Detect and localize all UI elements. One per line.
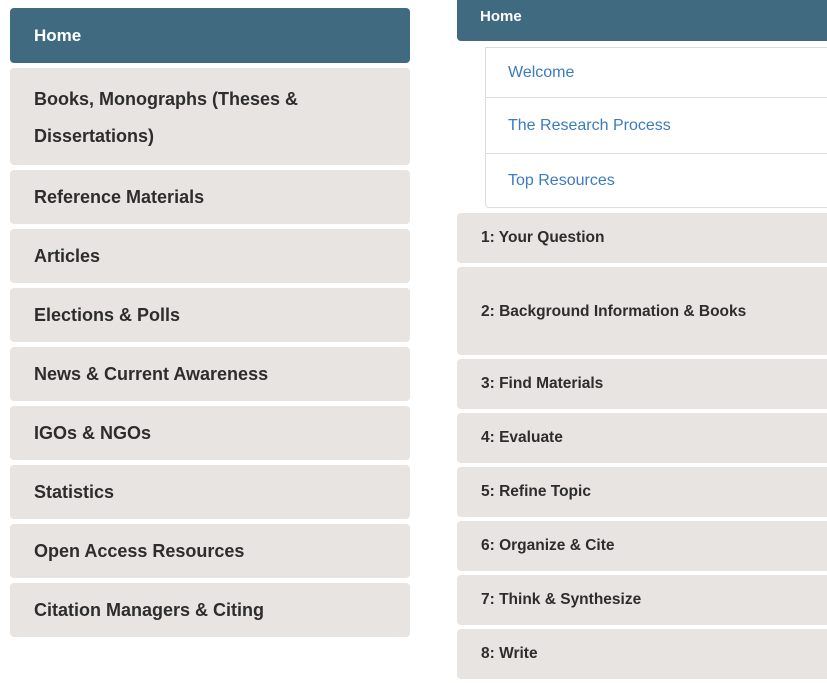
right-nav-item-label: 7: Think & Synthesize xyxy=(481,591,642,608)
left-nav-item-label: News & Current Awareness xyxy=(34,363,269,384)
page: Home Books, Monographs (Theses & Dissert… xyxy=(0,0,827,683)
right-nav-item-background-information[interactable]: 2: Background Information & Books xyxy=(457,267,827,355)
left-nav-item-label: Books, Monographs (Theses & Dissertation… xyxy=(34,88,299,146)
left-nav-item-label: Elections & Polls xyxy=(34,304,181,325)
subpage-link-top-resources[interactable]: Top Resources xyxy=(485,153,827,208)
left-nav-item-books[interactable]: Books, Monographs (Theses & Dissertation… xyxy=(10,68,410,165)
left-nav-item-reference-materials[interactable]: Reference Materials xyxy=(10,170,410,224)
right-nav-item-label: Home xyxy=(480,8,522,25)
left-nav-item-news[interactable]: News & Current Awareness xyxy=(10,347,410,401)
right-nav-item-organize-cite[interactable]: 6: Organize & Cite xyxy=(457,521,827,571)
right-guide-nav: Home Welcome The Research Process Top Re… xyxy=(457,0,827,683)
subpage-link-welcome[interactable]: Welcome xyxy=(485,47,827,98)
left-nav-item-statistics[interactable]: Statistics xyxy=(10,465,410,519)
right-nav-item-find-materials[interactable]: 3: Find Materials xyxy=(457,359,827,409)
left-nav-item-citation-managers[interactable]: Citation Managers & Citing xyxy=(10,583,410,637)
right-nav-item-label: 2: Background Information & Books xyxy=(481,302,747,320)
right-nav-item-write[interactable]: 8: Write xyxy=(457,629,827,679)
subpage-link-label: Top Resources xyxy=(508,171,615,189)
left-nav-item-label: Citation Managers & Citing xyxy=(34,599,265,620)
subpage-link-label: The Research Process xyxy=(508,116,671,134)
subpage-link-research-process[interactable]: The Research Process xyxy=(485,97,827,154)
left-nav-item-label: Statistics xyxy=(34,481,115,502)
right-nav-item-label: 5: Refine Topic xyxy=(481,483,591,500)
right-nav-item-evaluate[interactable]: 4: Evaluate xyxy=(457,413,827,463)
right-nav-item-label: 4: Evaluate xyxy=(481,429,563,446)
left-nav-item-igos-ngos[interactable]: IGOs & NGOs xyxy=(10,406,410,460)
left-nav-item-label: Reference Materials xyxy=(34,186,205,207)
right-nav-item-your-question[interactable]: 1: Your Question xyxy=(457,213,827,263)
right-nav-item-label: 3: Find Materials xyxy=(481,375,604,392)
right-nav-item-think-synthesize[interactable]: 7: Think & Synthesize xyxy=(457,575,827,625)
home-subpage-list: Welcome The Research Process Top Resourc… xyxy=(485,47,827,208)
right-nav-item-label: 8: Write xyxy=(481,645,538,662)
right-nav-item-label: 1: Your Question xyxy=(481,229,605,246)
left-nav-item-open-access[interactable]: Open Access Resources xyxy=(10,524,410,578)
subpage-link-label: Welcome xyxy=(508,63,575,81)
left-nav-item-label: Open Access Resources xyxy=(34,540,245,561)
left-nav-item-label: IGOs & NGOs xyxy=(34,422,152,443)
right-nav-item-refine-topic[interactable]: 5: Refine Topic xyxy=(457,467,827,517)
left-nav-item-label: Articles xyxy=(34,245,101,266)
left-nav-item-label: Home xyxy=(34,25,82,45)
left-nav-item-elections-polls[interactable]: Elections & Polls xyxy=(10,288,410,342)
left-nav-item-articles[interactable]: Articles xyxy=(10,229,410,283)
right-nav-item-label: 6: Organize & Cite xyxy=(481,537,615,554)
right-nav-item-home[interactable]: Home xyxy=(457,0,827,41)
left-guide-nav: Home Books, Monographs (Theses & Dissert… xyxy=(10,8,410,642)
left-nav-item-home[interactable]: Home xyxy=(10,8,410,63)
